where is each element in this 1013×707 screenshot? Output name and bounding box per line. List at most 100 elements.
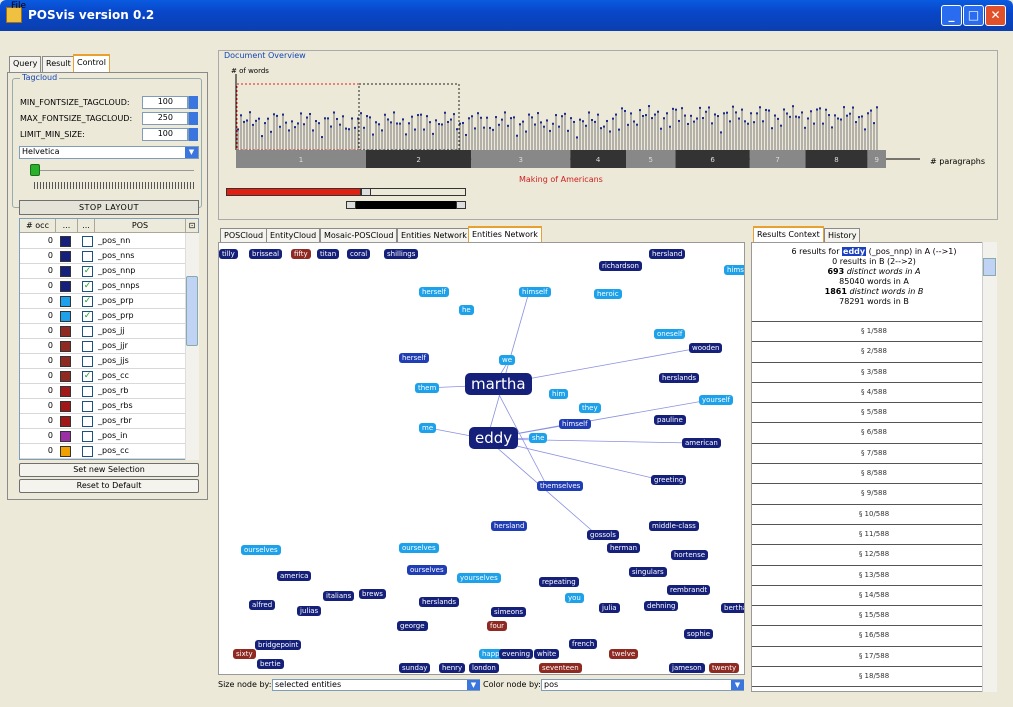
reset-default-button[interactable]: Reset to Default [19, 479, 199, 493]
result-row[interactable]: § 18/588 [752, 666, 996, 686]
menu-file[interactable]: File [11, 1, 26, 11]
result-row[interactable]: § 6/588 [752, 422, 996, 442]
network-node[interactable]: themselves [537, 481, 584, 491]
pos-checkbox[interactable] [82, 386, 93, 397]
network-node[interactable]: we [499, 355, 516, 365]
network-node[interactable]: herslands [659, 373, 700, 383]
result-row[interactable]: § 11/588 [752, 523, 996, 544]
result-row[interactable]: § 1/588 [752, 321, 996, 341]
color-swatch[interactable] [60, 341, 71, 352]
network-node[interactable]: gossols [587, 530, 619, 540]
maximize-button[interactable]: □ [963, 5, 984, 26]
size-node-select[interactable]: selected entities [272, 679, 480, 691]
network-node[interactable]: seventeen [539, 663, 582, 673]
network-node[interactable]: herman [607, 543, 641, 553]
network-node[interactable]: he [459, 305, 474, 315]
network-node[interactable]: america [277, 571, 312, 581]
tab-result[interactable]: Result [42, 56, 75, 73]
table-row[interactable]: 0 ✓ _pos_prp [20, 309, 186, 324]
range-b-bar[interactable] [356, 201, 456, 209]
table-row[interactable]: 0 _pos_cc [20, 444, 186, 459]
network-node[interactable]: italians [323, 591, 355, 601]
network-node[interactable]: them [415, 383, 440, 393]
network-node[interactable]: middle-class [649, 521, 699, 531]
table-row[interactable]: 0 _pos_jjs [20, 354, 186, 369]
color-swatch[interactable] [60, 446, 71, 457]
network-node[interactable]: himself [559, 419, 591, 429]
network-node[interactable]: hersland [649, 249, 686, 259]
network-node[interactable]: shillings [384, 249, 419, 259]
network-node[interactable]: brews [359, 589, 386, 599]
result-row[interactable]: § 13/588 [752, 564, 996, 585]
network-node[interactable]: four [487, 621, 508, 631]
color-swatch[interactable] [60, 296, 71, 307]
color-swatch[interactable] [60, 281, 71, 292]
network-node[interactable]: you [565, 593, 584, 603]
network-node[interactable]: ourselves [407, 565, 447, 575]
pos-checkbox[interactable]: ✓ [82, 296, 93, 307]
color-node-select[interactable]: pos [541, 679, 744, 691]
network-node[interactable]: simeons [491, 607, 527, 617]
network-node[interactable]: wooden [689, 343, 723, 353]
result-row[interactable]: § 4/588 [752, 381, 996, 402]
pos-checkbox[interactable]: ✓ [82, 266, 93, 277]
table-row[interactable]: 0 ✓ _pos_nnp [20, 264, 186, 279]
color-swatch[interactable] [60, 356, 71, 367]
set-selection-button[interactable]: Set new Selection [19, 463, 199, 477]
result-row[interactable]: § 12/588 [752, 544, 996, 564]
network-node[interactable]: sixty [233, 649, 256, 659]
column-header-pos[interactable]: POS [95, 219, 186, 233]
result-row[interactable]: § 5/588 [752, 402, 996, 422]
tab-control[interactable]: Control [73, 54, 110, 73]
column-header-occ[interactable]: # occ [20, 219, 56, 233]
pos-checkbox[interactable]: ✓ [82, 371, 93, 382]
color-swatch[interactable] [60, 266, 71, 277]
pos-checkbox[interactable]: ✓ [82, 281, 93, 292]
color-swatch[interactable] [60, 371, 71, 382]
limit-min-size-input[interactable]: 100 [142, 128, 188, 141]
network-node[interactable]: julia [599, 603, 620, 613]
network-node[interactable]: repeating [539, 577, 579, 587]
min-fontsize-input[interactable]: 100 [142, 96, 188, 109]
network-node[interactable]: herself [419, 287, 449, 297]
color-swatch[interactable] [60, 401, 71, 412]
range-b-handle-end[interactable] [456, 201, 466, 209]
network-node[interactable]: sophie [684, 629, 714, 639]
font-select[interactable]: Helvetica [19, 146, 199, 159]
chevron-down-icon[interactable]: ▼ [185, 147, 198, 158]
network-node[interactable]: alfred [249, 600, 276, 610]
color-swatch[interactable] [60, 326, 71, 337]
network-node[interactable]: him [549, 389, 569, 399]
network-node[interactable]: julias [297, 606, 322, 616]
pos-checkbox[interactable] [82, 236, 93, 247]
results-scrollbar[interactable] [982, 242, 997, 692]
pos-checkbox[interactable] [82, 431, 93, 442]
network-node[interactable]: oneself [654, 329, 686, 339]
network-node[interactable]: twelve [609, 649, 639, 659]
table-row[interactable]: 0 _pos_rbs [20, 399, 186, 414]
close-button[interactable]: ✕ [985, 5, 1006, 26]
result-row[interactable]: § 15/588 [752, 605, 996, 625]
network-node[interactable]: london [469, 663, 499, 673]
pos-checkbox[interactable] [82, 356, 93, 367]
spinner-icon[interactable] [188, 128, 198, 141]
pos-checkbox[interactable] [82, 416, 93, 427]
table-row[interactable]: 0 ✓ _pos_nnps [20, 279, 186, 294]
network-node[interactable]: bertha [721, 603, 744, 613]
table-row[interactable]: 0 ✓ _pos_cc [20, 369, 186, 384]
column-header-color[interactable]: ... [56, 219, 78, 233]
network-node[interactable]: american [682, 438, 721, 448]
network-node[interactable]: tilly [219, 249, 238, 259]
result-row[interactable]: § 19/588 [752, 686, 996, 691]
network-node[interactable]: they [579, 403, 601, 413]
network-node[interactable]: coral [347, 249, 371, 259]
spinner-icon[interactable] [188, 96, 198, 109]
table-row[interactable]: 0 _pos_rbr [20, 414, 186, 429]
table-row[interactable]: 0 _pos_in [20, 429, 186, 444]
table-scrollbar[interactable] [185, 233, 199, 460]
slider-thumb[interactable] [30, 164, 40, 176]
stop-layout-button[interactable]: STOP LAYOUT [19, 200, 199, 215]
result-row[interactable]: § 7/588 [752, 442, 996, 463]
network-node[interactable]: yourselves [457, 573, 501, 583]
network-node[interactable]: ourselves [399, 543, 439, 553]
